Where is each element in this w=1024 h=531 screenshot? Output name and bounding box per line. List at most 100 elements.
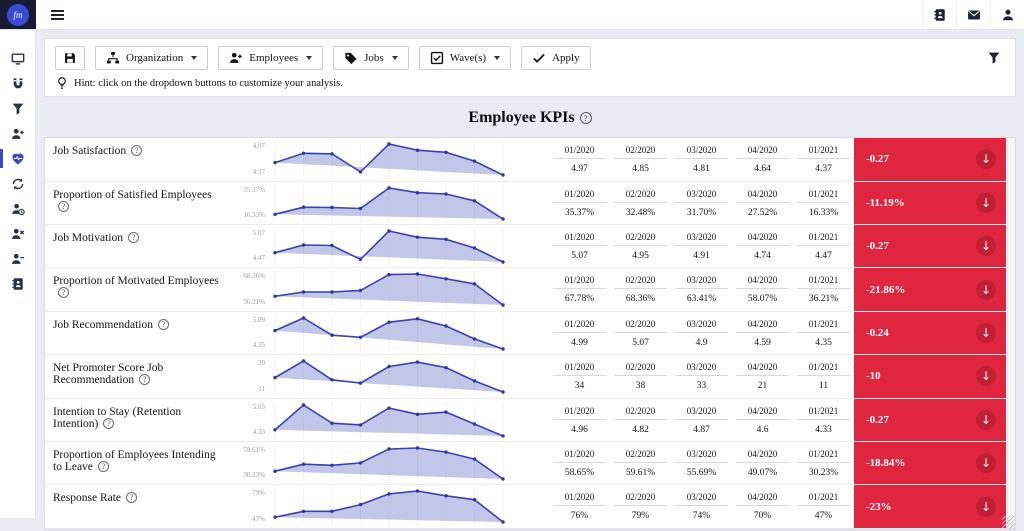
wave-column: 02/20204.85	[610, 138, 671, 180]
wave-date: 04/2020	[736, 312, 789, 333]
kpi-value: 55.69%	[671, 463, 732, 478]
page-title: Employee KPIs?	[44, 109, 1016, 127]
axis-min-label: 16.33%	[243, 211, 265, 219]
wave-date: 03/2020	[675, 225, 728, 246]
wave-column: 02/202068.36%	[610, 268, 671, 310]
kpi-delta-value: -21.86%	[866, 284, 905, 296]
wave-date: 01/2020	[553, 138, 606, 159]
app-logo: fm	[0, 0, 36, 29]
chevron-down-icon	[392, 56, 398, 60]
axis-min-label: 4.37	[253, 168, 265, 176]
kpi-value: 31.70%	[671, 203, 732, 218]
sidebar-item-heart-pulse[interactable]	[0, 146, 35, 171]
sparkline-chart	[269, 487, 509, 526]
wave-column: 03/202074%	[671, 485, 732, 527]
kpi-value: 70%	[732, 506, 793, 521]
trend-down-button[interactable]: ↓	[976, 193, 996, 213]
kpi-value: 38	[610, 376, 671, 391]
help-icon[interactable]: ?	[103, 418, 114, 429]
nav-envelope-button[interactable]	[956, 0, 990, 29]
sidebar-item-filter[interactable]	[0, 96, 35, 121]
sidebar-item-user-minus[interactable]	[0, 246, 35, 271]
filter-button[interactable]	[985, 49, 1003, 67]
help-icon[interactable]: ?	[126, 492, 137, 503]
logo-text: fm	[14, 10, 23, 20]
user-minus-icon	[11, 252, 25, 266]
kpi-sparkline	[269, 355, 515, 397]
axis-max-label: 5.07	[253, 229, 265, 237]
help-icon[interactable]: ?	[580, 112, 592, 124]
tag-icon	[344, 51, 358, 65]
sidebar-item-address-book[interactable]	[0, 271, 35, 296]
nav-user-button[interactable]	[990, 0, 1024, 29]
menu-toggle-button[interactable]	[36, 0, 78, 29]
wave-column: 01/20214.37	[793, 138, 854, 180]
dropdown-waves-button[interactable]: Wave(s)	[419, 46, 511, 70]
kpi-label: Proportion of Satisfied Employees?	[45, 182, 221, 224]
wave-date: 02/2020	[614, 355, 667, 376]
vertical-scrollbar[interactable]	[1007, 138, 1015, 529]
axis-min-label: 4.33	[253, 428, 265, 436]
help-icon[interactable]: ?	[158, 319, 169, 330]
trend-down-button[interactable]: ↓	[976, 280, 996, 300]
check-icon	[532, 51, 546, 65]
kpi-value: 49.07%	[732, 463, 793, 478]
wave-column: 03/20204.9	[671, 312, 732, 354]
kpi-value: 4.85	[610, 159, 671, 174]
wave-column: 03/20204.91	[671, 225, 732, 267]
save-icon	[63, 51, 77, 65]
kpi-value: 4.99	[549, 333, 610, 348]
kpi-label: Proportion of Motivated Employees?	[45, 268, 221, 310]
kpi-value: 58.65%	[549, 463, 610, 478]
sidebar-item-user-clock[interactable]	[0, 196, 35, 221]
wave-date: 01/2020	[553, 182, 606, 203]
wave-column: 02/20204.95	[610, 225, 671, 267]
trend-down-button[interactable]: ↓	[976, 323, 996, 343]
kpi-sparkline	[269, 442, 515, 484]
dropdown-organization-button[interactable]: Organization	[95, 46, 208, 70]
hamburger-icon	[51, 14, 64, 16]
trend-down-button[interactable]: ↓	[976, 453, 996, 473]
kpi-value: 4.96	[549, 420, 610, 435]
sidebar-item-user-times[interactable]	[0, 221, 35, 246]
sync-icon	[11, 177, 25, 191]
sidebar-item-monitor[interactable]	[0, 46, 35, 71]
nav-address-book-button[interactable]	[922, 0, 956, 29]
sparkline-chart	[269, 140, 509, 179]
wave-column: 04/20204.74	[732, 225, 793, 267]
kpi-sparkline	[269, 312, 515, 354]
help-icon[interactable]: ?	[139, 374, 150, 385]
dropdown-jobs-button[interactable]: Jobs	[333, 46, 409, 70]
wave-column: 01/20204.97	[549, 138, 610, 180]
help-icon[interactable]: ?	[58, 201, 69, 212]
trend-down-button[interactable]: ↓	[976, 366, 996, 386]
wave-date: 02/2020	[614, 312, 667, 333]
kpi-value: 32.48%	[610, 203, 671, 218]
trend-down-button[interactable]: ↓	[976, 410, 996, 430]
kpi-wave-values: 01/20204.9602/20204.8203/20204.8704/2020…	[515, 399, 854, 441]
help-icon[interactable]: ?	[128, 232, 139, 243]
save-button[interactable]	[55, 46, 85, 70]
trend-down-button[interactable]: ↓	[976, 149, 996, 169]
sidebar-item-magnet[interactable]	[0, 71, 35, 96]
wave-column: 02/202059.61%	[610, 442, 671, 484]
kpi-sparkline	[269, 225, 515, 267]
dropdown-employees-button[interactable]: Employees	[218, 46, 323, 70]
help-icon[interactable]: ?	[131, 145, 142, 156]
apply-button[interactable]: Apply	[521, 46, 591, 70]
help-icon[interactable]: ?	[58, 287, 69, 298]
kpi-label-text: Job Satisfaction	[53, 145, 126, 157]
wave-column: 03/202063.41%	[671, 268, 732, 310]
kpi-wave-values: 01/202067.78%02/202068.36%03/202063.41%0…	[515, 268, 854, 310]
wave-date: 03/2020	[675, 355, 728, 376]
wave-date: 01/2020	[553, 355, 606, 376]
sidebar-item-user-plus[interactable]	[0, 121, 35, 146]
wave-date: 02/2020	[614, 268, 667, 289]
trend-down-button[interactable]: ↓	[976, 497, 996, 517]
sparkline-axis: 79%47%	[221, 485, 269, 527]
dropdown-label: Organization	[126, 51, 183, 65]
help-icon[interactable]: ?	[98, 461, 109, 472]
trend-down-button[interactable]: ↓	[976, 236, 996, 256]
sidebar-item-sync[interactable]	[0, 171, 35, 196]
sidebar	[0, 30, 36, 518]
